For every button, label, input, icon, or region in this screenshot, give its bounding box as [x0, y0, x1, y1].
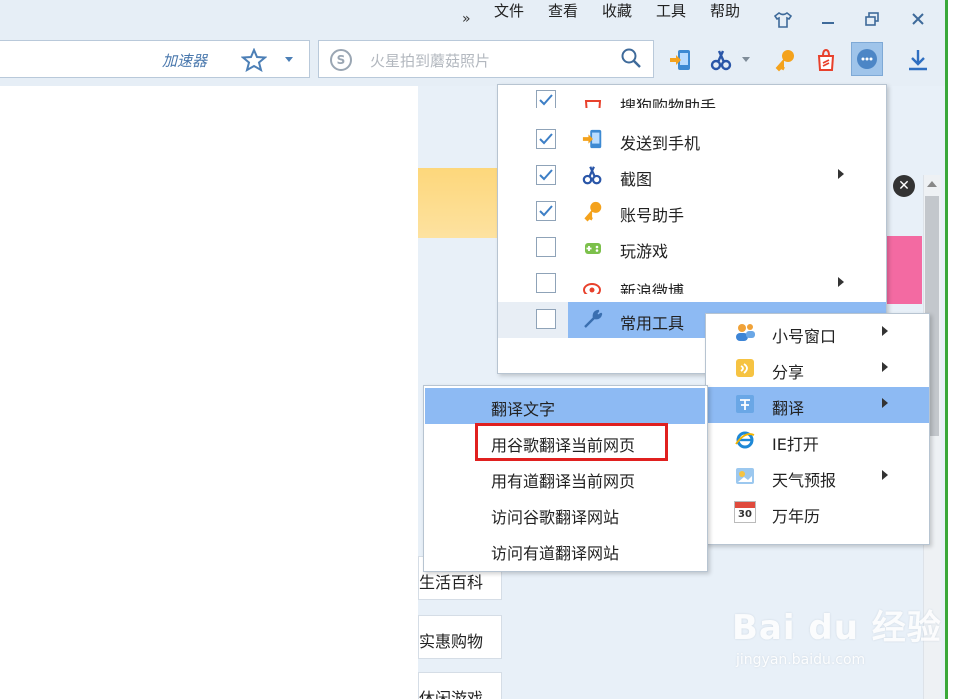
- menu-favorites[interactable]: 收藏: [602, 0, 632, 21]
- key-icon: [584, 201, 602, 222]
- more-dots: [861, 57, 873, 61]
- search-icon[interactable]: [620, 47, 642, 69]
- wrench-icon: [584, 309, 603, 328]
- menu-item-visit-youdao-translate[interactable]: 访问有道翻译网站: [425, 532, 705, 568]
- shirt-icon[interactable]: [773, 12, 793, 28]
- sogou-search-icon[interactable]: S: [330, 49, 352, 71]
- menu-item-send-to-phone[interactable]: 发送到手机: [498, 122, 886, 158]
- submenu-arrow-icon: [882, 362, 888, 372]
- submenu-arrow-icon: [838, 169, 844, 179]
- search-input[interactable]: 火星拍到蘑菇照片: [370, 50, 490, 71]
- menu-item-shopping-assistant[interactable]: 搜狗购物助手: [498, 84, 886, 108]
- download-icon[interactable]: [906, 48, 930, 72]
- menu-item-share[interactable]: 分享: [706, 351, 929, 387]
- close-icon[interactable]: [911, 12, 925, 26]
- checkbox[interactable]: [536, 129, 556, 149]
- menu-bar: [0, 0, 945, 40]
- gamepad-icon: [585, 243, 601, 254]
- menu-item-ie-open[interactable]: IE打开: [706, 423, 929, 459]
- screenshot-scissors-icon[interactable]: [710, 48, 734, 72]
- checkbox[interactable]: [536, 201, 556, 221]
- highlight-outline: [475, 423, 668, 461]
- outer-margin: [948, 0, 961, 699]
- menu-item-secondary-window[interactable]: 小号窗口: [706, 315, 929, 351]
- link-casual-games[interactable]: 休闲游戏: [418, 672, 502, 699]
- send-to-phone-icon[interactable]: [669, 48, 693, 72]
- checkbox-gutter: [498, 302, 568, 338]
- menu-item-perpetual-calendar[interactable]: 30 万年历: [706, 495, 929, 531]
- scissors-icon: [582, 166, 602, 185]
- submenu-arrow-icon: [882, 470, 888, 480]
- ie-icon: [735, 431, 755, 449]
- share-icon: [736, 359, 754, 377]
- submenu-arrow-icon: [838, 277, 844, 287]
- menu-item-play-games[interactable]: 玩游戏: [498, 230, 886, 266]
- link-shopping[interactable]: 实惠购物: [418, 615, 502, 659]
- submenu-arrow-icon: [882, 398, 888, 408]
- star-icon[interactable]: [241, 48, 267, 72]
- checkbox[interactable]: [536, 90, 556, 108]
- shopping-bag-icon[interactable]: [814, 48, 838, 72]
- banner-ad[interactable]: [418, 168, 498, 238]
- menu-overflow-chevron[interactable]: »: [462, 11, 471, 27]
- checkbox[interactable]: [536, 273, 556, 293]
- menu-item-translate[interactable]: 翻译: [706, 387, 929, 423]
- side-ad[interactable]: [884, 236, 922, 304]
- menu-item-weibo[interactable]: 新浪微博: [498, 266, 886, 294]
- baidu-watermark: Bai du 经验: [732, 608, 942, 648]
- menu-view[interactable]: 查看: [548, 0, 578, 21]
- accelerator-button[interactable]: 加速器: [162, 50, 207, 71]
- checkbox[interactable]: [536, 237, 556, 257]
- calendar-icon: 30: [734, 501, 756, 523]
- screenshot-dropdown-icon[interactable]: [742, 57, 750, 63]
- translate-icon: [736, 395, 754, 413]
- ad-close-button[interactable]: ✕: [893, 175, 915, 197]
- checkbox[interactable]: [536, 165, 556, 185]
- menu-item-visit-google-translate[interactable]: 访问谷歌翻译网站: [425, 496, 705, 532]
- menu-item-translate-text[interactable]: 翻译文字: [425, 388, 705, 424]
- restore-icon[interactable]: [865, 12, 879, 26]
- scroll-up-arrow[interactable]: [927, 180, 937, 188]
- menu-item-youdao-translate-page[interactable]: 用有道翻译当前网页: [425, 460, 705, 496]
- checkbox[interactable]: [536, 309, 556, 329]
- menu-file[interactable]: 文件: [494, 0, 524, 21]
- send-to-phone-icon: [582, 129, 602, 149]
- minimize-icon[interactable]: [821, 15, 835, 25]
- menu-item-account-assistant[interactable]: 账号助手: [498, 194, 886, 230]
- weibo-icon: [583, 283, 601, 294]
- submenu-arrow-icon: [882, 326, 888, 336]
- key-icon[interactable]: [773, 48, 797, 72]
- menu-item-weather[interactable]: 天气预报: [706, 459, 929, 495]
- chevron-down-icon[interactable]: [284, 56, 294, 64]
- users-icon: [736, 324, 755, 341]
- weather-icon: [736, 468, 754, 484]
- menu-help[interactable]: 帮助: [710, 0, 740, 21]
- baidu-watermark-url: jingyan.baidu.com: [736, 652, 866, 668]
- shopping-bag-icon: [584, 100, 602, 108]
- menu-tools[interactable]: 工具: [656, 0, 686, 21]
- menu-item-screenshot[interactable]: 截图: [498, 158, 886, 194]
- page-content: [0, 86, 418, 699]
